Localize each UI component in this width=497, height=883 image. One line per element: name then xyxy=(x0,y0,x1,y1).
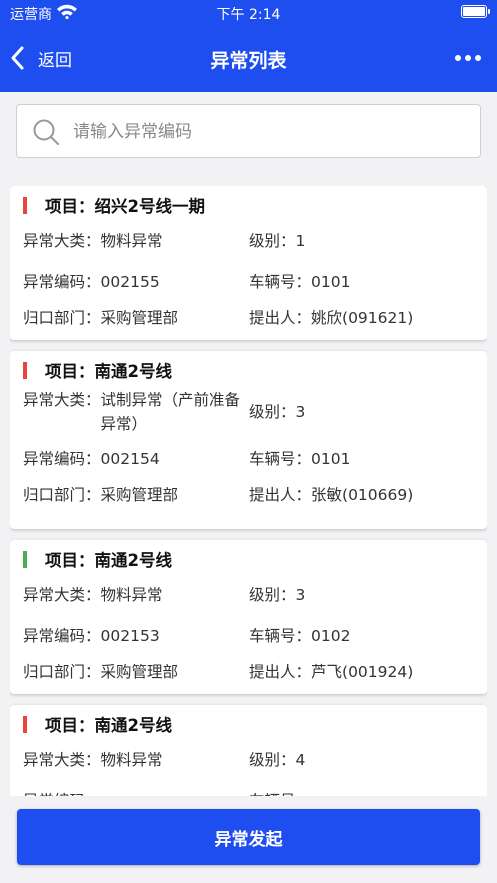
submitter-value: 张敏(010669) xyxy=(311,486,414,504)
dept-label: 归口部门： xyxy=(23,309,101,327)
vehicle-value: 0101 xyxy=(311,450,351,468)
project-name: 项目：南通2号线 xyxy=(45,551,172,570)
submitter-label: 提出人： xyxy=(249,486,312,504)
submitter-value: 芦飞(001924) xyxy=(311,663,414,681)
level-label: 级别： xyxy=(249,403,296,421)
exception-card[interactable]: 项目：绍兴2号线一期 异常大类： 物料异常 级别： 1 异常编码： 002155 车辆… xyxy=(10,186,487,340)
card-row-dept: 归口部门： 采购管理部 提出人： 芦飞(001924) xyxy=(23,656,473,688)
dept-value: 采购管理部 xyxy=(100,663,179,681)
submitter-value: 姚欣(091621) xyxy=(311,309,414,327)
level-value: 1 xyxy=(295,232,306,250)
code-label: 异常编码： xyxy=(23,627,101,645)
card-header: 项目：南通2号线 xyxy=(23,544,473,574)
card-row-dept: 归口部门： 采购管理部 提出人： 张敏(010669) xyxy=(23,479,473,511)
card-header: 项目：南通2号线 xyxy=(23,709,473,739)
card-row-code: 异常编码： 002154 车辆号： 0101 xyxy=(23,439,473,479)
card-header: 项目：绍兴2号线一期 xyxy=(23,190,473,220)
code-value xyxy=(101,789,249,796)
more-dot-icon xyxy=(475,55,481,61)
card-row-category: 异常大类： 物料异常 级别： 1 xyxy=(23,220,473,262)
search-icon xyxy=(33,119,59,145)
card-header: 项目：南通2号线 xyxy=(23,355,473,385)
exception-card[interactable]: 项目：南通2号线 异常大类： 物料异常 级别： 3 异常编码： 002153 车辆号：… xyxy=(10,540,487,694)
vehicle-label: 车辆号： xyxy=(249,789,311,796)
submitter-label: 提出人： xyxy=(249,663,312,681)
category-value: 物料异常 xyxy=(100,232,163,250)
code-label: 异常编码： xyxy=(23,273,101,291)
level-value: 4 xyxy=(295,751,306,769)
level-label: 级别： xyxy=(249,586,296,604)
category-value: 试制异常（产前准备异常） xyxy=(100,391,241,433)
dept-label: 归口部门： xyxy=(23,663,101,681)
code-label: 异常编码： xyxy=(23,450,101,468)
level-label: 级别： xyxy=(249,751,296,769)
status-bar: 运营商 下午 2:14 xyxy=(0,0,497,24)
code-value: 002153 xyxy=(100,627,160,645)
vehicle-value: 0101 xyxy=(311,273,351,291)
level-label: 级别： xyxy=(249,232,296,250)
status-flag xyxy=(23,196,27,214)
category-value: 物料异常 xyxy=(100,586,163,604)
category-label: 异常大类： xyxy=(23,232,101,250)
more-dot-icon xyxy=(465,55,471,61)
status-time: 下午 2:14 xyxy=(216,7,281,23)
status-flag xyxy=(23,550,27,568)
more-options-button[interactable] xyxy=(455,46,481,70)
exception-card[interactable]: 项目：南通2号线 异常大类：物料异常 级别：4 异常编码： 车辆号： 归口部门：… xyxy=(10,705,487,796)
page-title: 异常列表 xyxy=(210,50,287,72)
create-exception-button[interactable]: 异常发起 xyxy=(17,809,480,865)
code-label: 异常编码： xyxy=(23,789,101,796)
code-value: 002154 xyxy=(100,450,160,468)
category-label: 异常大类： xyxy=(23,586,101,604)
card-row-code: 异常编码： 002155 车辆号： 0101 xyxy=(23,262,473,302)
card-row-category: 异常大类： 物料异常 级别： 4 xyxy=(23,739,473,781)
search-box[interactable] xyxy=(16,104,481,158)
more-dot-icon xyxy=(455,55,461,61)
project-name: 项目：南通2号线 xyxy=(45,716,172,735)
level-value: 3 xyxy=(295,403,306,421)
exception-list: 项目：绍兴2号线一期 异常大类： 物料异常 级别： 1 异常编码： 002155 车辆… xyxy=(10,186,487,796)
status-flag xyxy=(23,715,27,733)
dept-label: 归口部门： xyxy=(23,486,101,504)
battery-icon xyxy=(461,5,490,18)
card-row-dept: 归口部门： 采购管理部 提出人： 姚欣(091621) xyxy=(23,302,473,334)
level-value: 3 xyxy=(295,586,306,604)
dept-value: 采购管理部 xyxy=(100,309,179,327)
vehicle-label: 车辆号： xyxy=(249,273,312,291)
card-row-category: 异常大类： 试制异常（产前准备异常） 级别： 3 xyxy=(23,385,473,439)
vehicle-value: 0102 xyxy=(311,627,351,645)
vehicle-label: 车辆号： xyxy=(249,450,312,468)
submitter-label: 提出人： xyxy=(249,309,312,327)
nav-bar: 返回 异常列表 xyxy=(0,24,497,92)
app-header: 运营商 下午 2:14 返回 异常列表 xyxy=(0,0,497,92)
category-label: 异常大类： xyxy=(23,391,101,409)
search-input[interactable] xyxy=(73,117,463,147)
status-flag xyxy=(23,361,27,379)
vehicle-label: 车辆号： xyxy=(249,627,312,645)
code-value: 002155 xyxy=(100,273,160,291)
card-row-code: 异常编码： 002153 车辆号： 0102 xyxy=(23,616,473,656)
category-label: 异常大类： xyxy=(23,751,101,769)
dept-value: 采购管理部 xyxy=(100,486,179,504)
category-value: 物料异常 xyxy=(100,751,163,769)
project-name: 项目：南通2号线 xyxy=(45,362,172,381)
card-row-category: 异常大类： 物料异常 级别： 3 xyxy=(23,574,473,616)
exception-card[interactable]: 项目：南通2号线 异常大类： 试制异常（产前准备异常） 级别： 3 异常编码： 002… xyxy=(10,351,487,529)
project-name: 项目：绍兴2号线一期 xyxy=(45,197,205,216)
card-row-code: 异常编码： 车辆号： xyxy=(23,781,473,796)
